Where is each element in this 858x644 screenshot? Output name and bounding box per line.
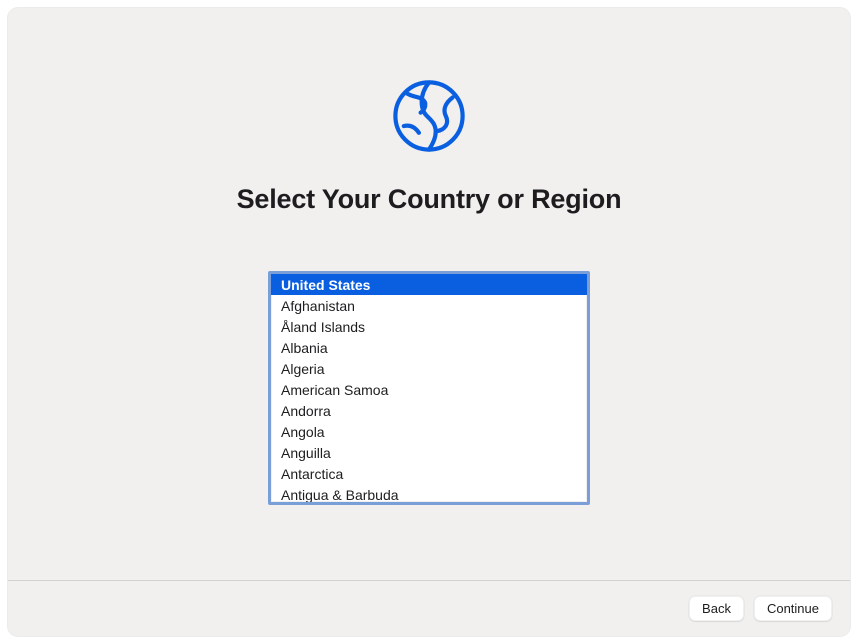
list-item[interactable]: Andorra xyxy=(271,400,587,421)
page-title: Select Your Country or Region xyxy=(237,184,622,215)
list-item[interactable]: American Samoa xyxy=(271,379,587,400)
list-item[interactable]: Algeria xyxy=(271,358,587,379)
list-item[interactable]: Antarctica xyxy=(271,463,587,484)
list-item[interactable]: Albania xyxy=(271,337,587,358)
country-listbox[interactable]: United StatesAfghanistanÅland IslandsAlb… xyxy=(268,271,590,505)
list-item[interactable]: Angola xyxy=(271,421,587,442)
setup-window: Select Your Country or Region United Sta… xyxy=(8,8,850,636)
list-item[interactable]: Antigua & Barbuda xyxy=(271,484,587,505)
globe-icon xyxy=(387,74,471,158)
list-item[interactable]: Anguilla xyxy=(271,442,587,463)
content-area: Select Your Country or Region United Sta… xyxy=(8,8,850,580)
list-item[interactable]: United States xyxy=(271,274,587,295)
back-button[interactable]: Back xyxy=(689,596,744,621)
list-item[interactable]: Åland Islands xyxy=(271,316,587,337)
list-item[interactable]: Afghanistan xyxy=(271,295,587,316)
continue-button[interactable]: Continue xyxy=(754,596,832,621)
footer-bar: Back Continue xyxy=(8,580,850,636)
